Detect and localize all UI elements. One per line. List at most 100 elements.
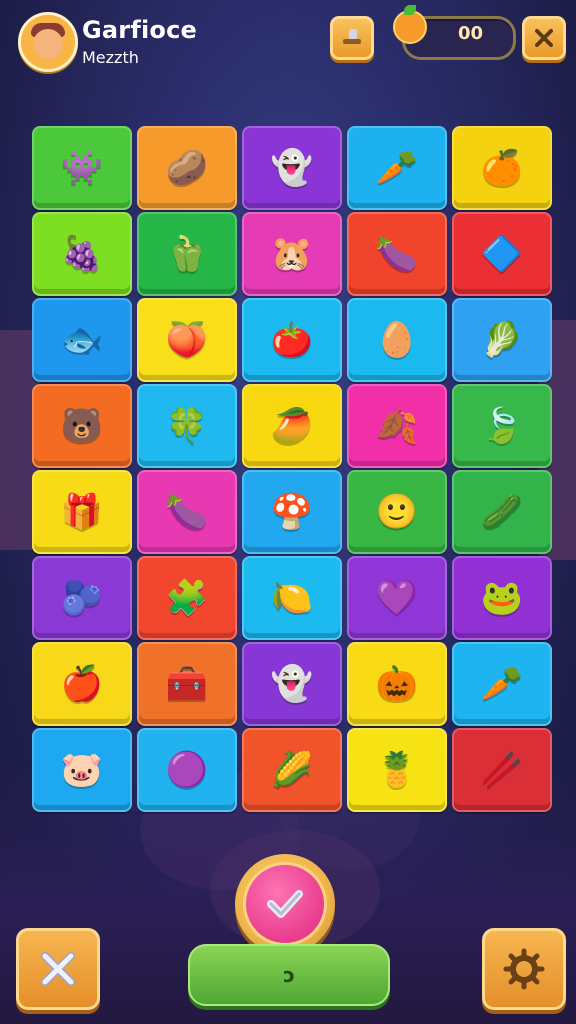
puzzle-icon: 🧩 bbox=[165, 578, 209, 618]
score-value: 00 bbox=[458, 23, 484, 44]
grid-tile[interactable]: 🫐 bbox=[32, 556, 132, 640]
eggplant-icon: 🍆 bbox=[375, 234, 419, 274]
grid-tile[interactable]: 🧰 bbox=[137, 642, 237, 726]
grape-icon: 🍇 bbox=[60, 234, 104, 274]
grid-tile[interactable]: 🍂 bbox=[347, 384, 447, 468]
grid-tile[interactable]: 🐟 bbox=[32, 298, 132, 382]
cucumber-icon: 🥒 bbox=[480, 492, 524, 532]
grid-tile[interactable]: 🍑 bbox=[137, 298, 237, 382]
grid-tile[interactable]: 🍆 bbox=[137, 470, 237, 554]
corn-icon: 🌽 bbox=[270, 750, 314, 790]
mushroom-icon: 🍄 bbox=[270, 492, 314, 532]
grid-tile[interactable]: 🙂 bbox=[347, 470, 447, 554]
frog-icon: 🐸 bbox=[480, 578, 524, 618]
orange-icon bbox=[393, 5, 427, 44]
potato-icon: 🥔 bbox=[165, 148, 209, 188]
close-button[interactable] bbox=[522, 16, 566, 60]
settings-button[interactable] bbox=[482, 928, 566, 1010]
pig-icon: 🐷 bbox=[60, 750, 104, 790]
berry-icon: 🫐 bbox=[60, 578, 104, 618]
grid-tile[interactable]: 🥢 bbox=[452, 728, 552, 812]
ghost-2-icon: 👻 bbox=[270, 664, 314, 704]
grid-tile[interactable]: 🥕 bbox=[452, 642, 552, 726]
grid-tile[interactable]: 🥒 bbox=[452, 470, 552, 554]
confirm-inner bbox=[243, 862, 327, 946]
pineapple-icon: 🍍 bbox=[375, 750, 419, 790]
toolbox-icon: 🧰 bbox=[165, 664, 209, 704]
peach-icon: 🍑 bbox=[165, 320, 209, 360]
grid-tile[interactable]: 🍀 bbox=[137, 384, 237, 468]
close-icon bbox=[535, 29, 553, 47]
game-title: Garfioce bbox=[82, 16, 197, 44]
clover-icon: 🍀 bbox=[165, 406, 209, 446]
grid-tile[interactable]: 🥚 bbox=[347, 298, 447, 382]
ghost-icon: 👻 bbox=[270, 148, 314, 188]
orange-leaf bbox=[404, 5, 416, 15]
grid-tile[interactable]: 💜 bbox=[347, 556, 447, 640]
carrot-icon: 🥕 bbox=[375, 148, 419, 188]
grid-tile[interactable]: 🫑 bbox=[137, 212, 237, 296]
sprout-icon: 🥬 bbox=[480, 320, 524, 360]
grid-tile[interactable]: 🍎 bbox=[32, 642, 132, 726]
grid-tile[interactable]: 🐷 bbox=[32, 728, 132, 812]
grid-tile[interactable]: 🍃 bbox=[452, 384, 552, 468]
grid-tile[interactable]: 🥭 bbox=[242, 384, 342, 468]
grid-tile[interactable]: 🌽 bbox=[242, 728, 342, 812]
grid-tile[interactable]: 🐸 bbox=[452, 556, 552, 640]
fish-icon: 🐟 bbox=[60, 320, 104, 360]
action-bar-label: ↄ bbox=[283, 963, 295, 987]
apple-icon: 🍎 bbox=[60, 664, 104, 704]
pumpkin-icon: 🎃 bbox=[375, 664, 419, 704]
leaf-icon: 🍂 bbox=[375, 406, 419, 446]
grid-tile[interactable]: 🔷 bbox=[452, 212, 552, 296]
leafy-icon: 🍃 bbox=[480, 406, 524, 446]
grid-tile[interactable]: 👻 bbox=[242, 642, 342, 726]
cancel-button[interactable] bbox=[16, 928, 100, 1010]
orb-icon: 🟣 bbox=[165, 750, 209, 790]
grid-tile[interactable]: 🥔 bbox=[137, 126, 237, 210]
grid-tile[interactable]: 🍅 bbox=[242, 298, 342, 382]
purple-gem-icon: 💜 bbox=[375, 578, 419, 618]
carrot-2-icon: 🥕 bbox=[480, 664, 524, 704]
confirm-button[interactable] bbox=[235, 854, 335, 954]
mango-icon: 🥭 bbox=[270, 406, 314, 446]
grid-tile[interactable]: 🍄 bbox=[242, 470, 342, 554]
gift-icon: 🎁 bbox=[60, 492, 104, 532]
grid-tile[interactable]: 🐹 bbox=[242, 212, 342, 296]
lemon-icon: 🍋 bbox=[270, 578, 314, 618]
grid-tile[interactable]: 🐻 bbox=[32, 384, 132, 468]
grid-tile[interactable]: 🧩 bbox=[137, 556, 237, 640]
checkmark-icon bbox=[267, 890, 303, 918]
egg-icon: 🥚 bbox=[375, 320, 419, 360]
crystal-icon: 🔷 bbox=[480, 234, 524, 274]
creature-icon: 👾 bbox=[60, 148, 104, 188]
action-bar[interactable]: ↄ bbox=[188, 944, 390, 1006]
avatar-face bbox=[33, 29, 63, 59]
grid-tile[interactable]: 🍆 bbox=[347, 212, 447, 296]
grid-tile[interactable]: 🟣 bbox=[137, 728, 237, 812]
grid-tile[interactable]: 👻 bbox=[242, 126, 342, 210]
hamster-icon: 🐹 bbox=[270, 234, 314, 274]
hammer-button[interactable] bbox=[330, 16, 374, 60]
pepper-icon: 🫑 bbox=[165, 234, 209, 274]
grid-tile[interactable]: 🍋 bbox=[242, 556, 342, 640]
bear-icon: 🐻 bbox=[60, 406, 104, 446]
beet-icon: 🍆 bbox=[165, 492, 209, 532]
grid-tile[interactable]: 🎃 bbox=[347, 642, 447, 726]
grid-tile[interactable]: 🍍 bbox=[347, 728, 447, 812]
grid-tile[interactable]: 🎁 bbox=[32, 470, 132, 554]
grid-tile[interactable]: 🍊 bbox=[452, 126, 552, 210]
game-subtitle: Mezzth bbox=[82, 48, 139, 67]
grid-tile[interactable]: 🥕 bbox=[347, 126, 447, 210]
slime-icon: 🙂 bbox=[375, 492, 419, 532]
match-grid: 👾 🥔 👻 🥕 🍊 🍇 🫑 🐹 🍆 🔷 🐟 🍑 🍅 🥚 🥬 🐻 🍀 🥭 🍂 🍃 🎁 🍆 🍄 🙂 🥒 🫐 🧩 🍋 💜 🐸 🍎 🧰 👻 🎃 🥕 🐷 🟣 🌽 🍍 🥢 bbox=[32, 126, 552, 812]
tomato-icon: 🍅 bbox=[270, 320, 314, 360]
orange-icon: 🍊 bbox=[480, 148, 524, 188]
player-avatar[interactable] bbox=[18, 12, 78, 72]
grid-tile[interactable]: 🥬 bbox=[452, 298, 552, 382]
grid-tile[interactable]: 🍇 bbox=[32, 212, 132, 296]
close-icon bbox=[41, 952, 75, 986]
gear-icon bbox=[503, 948, 545, 990]
chopstick-icon: 🥢 bbox=[480, 750, 524, 790]
grid-tile[interactable]: 👾 bbox=[32, 126, 132, 210]
